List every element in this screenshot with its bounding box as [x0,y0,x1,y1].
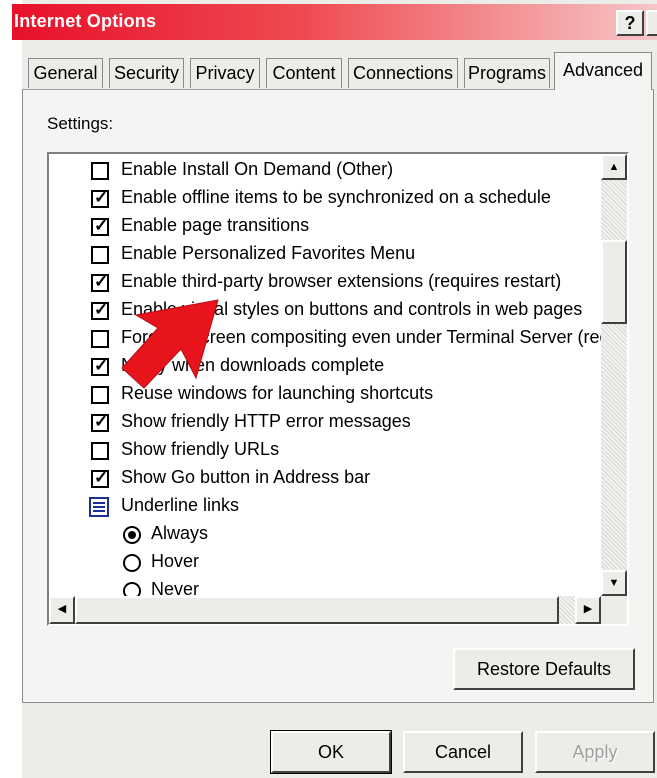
radio-label: Hover [151,551,200,571]
tab-label: Programs [467,63,547,83]
setting-label: Enable Install On Demand (Other) [121,159,394,179]
tab-content[interactable]: Content [266,58,342,88]
checkbox-checked[interactable]: ✓ [91,272,109,292]
checkmark-icon: ✓ [94,216,109,235]
button-label: Restore Defaults [476,659,612,679]
group-icon-line [93,506,105,508]
button-label: Cancel [434,742,492,762]
arrow-left-icon: ◀ [57,603,67,615]
tab-general[interactable]: General [28,58,103,88]
checkmark-icon: ✓ [94,188,109,207]
checkbox-unchecked[interactable] [91,330,109,348]
checkbox-checked[interactable]: ✓ [91,188,109,208]
arrow-down-icon: ▼ [608,577,620,589]
close-button[interactable] [646,10,657,36]
tab-label: Security [113,63,180,83]
setting-label: Show friendly HTTP error messages [121,411,411,431]
scroll-down-button[interactable]: ▼ [601,570,627,596]
setting-label: Show Go button in Address bar [121,467,371,487]
tab-connections[interactable]: Connections [348,58,458,88]
scroll-right-button[interactable]: ▶ [575,596,601,624]
group-icon-line [93,510,105,512]
checkbox-checked[interactable]: ✓ [91,468,109,488]
settings-label: Settings: [47,114,113,134]
cancel-button[interactable]: Cancel [403,731,523,773]
tab-programs[interactable]: Programs [464,58,550,88]
scroll-up-button[interactable]: ▲ [601,154,627,180]
tab-label: Advanced [562,60,644,80]
checkmark-icon: ✓ [94,300,109,319]
help-icon: ? [624,13,636,33]
setting-label: Notify when downloads complete [121,355,385,375]
button-label: Apply [572,742,618,762]
checkbox-checked[interactable]: ✓ [91,216,109,236]
checkmark-icon: ✓ [94,272,109,291]
scrollbar-corner [601,596,627,624]
settings-list[interactable]: Enable Install On Demand (Other) ✓ Enable … [47,152,629,626]
checkbox-checked[interactable]: ✓ [91,412,109,432]
setting-label: Show friendly URLs [121,439,280,459]
button-label: OK [317,742,344,762]
setting-label: Enable visual styles on buttons and cont… [121,299,583,319]
checkbox-checked[interactable]: ✓ [91,300,109,320]
advanced-tab-panel: Settings: Enable Install On Demand (Othe… [22,89,654,703]
arrow-right-icon: ▶ [583,603,593,615]
vertical-scroll-thumb[interactable] [601,240,627,324]
arrow-up-icon: ▲ [608,161,620,173]
tab-label: General [33,63,98,83]
setting-label: Enable Personalized Favorites Menu [121,243,416,263]
tab-label: Connections [352,63,454,83]
horizontal-scrollbar[interactable]: ◀ ▶ [49,596,601,624]
setting-label: Reuse windows for launching shortcuts [121,383,434,403]
ok-button[interactable]: OK [270,730,392,774]
help-button[interactable]: ? [616,10,644,36]
tab-privacy[interactable]: Privacy [190,58,260,88]
radio-selected[interactable] [123,526,141,544]
setting-label: Force offscreen compositing even under T… [121,327,620,347]
apply-button[interactable]: Apply [535,731,655,773]
group-icon-line [93,502,105,504]
settings-group-icon [89,497,109,517]
checkmark-icon: ✓ [94,356,109,375]
tab-label: Privacy [195,63,255,83]
vertical-scrollbar[interactable]: ▲ ▼ [601,154,627,596]
horizontal-scroll-thumb[interactable] [75,596,559,624]
radio-label: Always [151,523,209,543]
setting-label: Enable offline items to be synchronized … [121,187,551,207]
checkbox-unchecked[interactable] [91,246,109,264]
tab-security[interactable]: Security [109,58,184,88]
setting-group-label: Underline links [121,495,240,515]
checkbox-unchecked[interactable] [91,386,109,404]
tab-advanced[interactable]: Advanced [554,52,652,90]
internet-options-window: Internet Options ? General Security Priv… [0,0,657,778]
setting-label: Enable page transitions [121,215,310,235]
settings-label-text: Settings: [47,114,114,133]
scroll-left-button[interactable]: ◀ [49,596,75,624]
checkmark-icon: ✓ [94,468,109,487]
radio-unselected[interactable] [123,554,141,572]
title-bar[interactable]: Internet Options ? [12,4,657,40]
window-left-margin [0,0,22,778]
checkbox-unchecked[interactable] [91,162,109,180]
tab-label: Content [272,63,336,83]
radio-dot-icon [128,531,136,539]
checkmark-icon: ✓ [94,412,109,431]
checkbox-checked[interactable]: ✓ [91,356,109,376]
setting-label: Enable third-party browser extensions (r… [121,271,562,291]
checkbox-unchecked[interactable] [91,442,109,460]
restore-defaults-button[interactable]: Restore Defaults [453,648,635,690]
window-title: Internet Options [14,11,157,31]
